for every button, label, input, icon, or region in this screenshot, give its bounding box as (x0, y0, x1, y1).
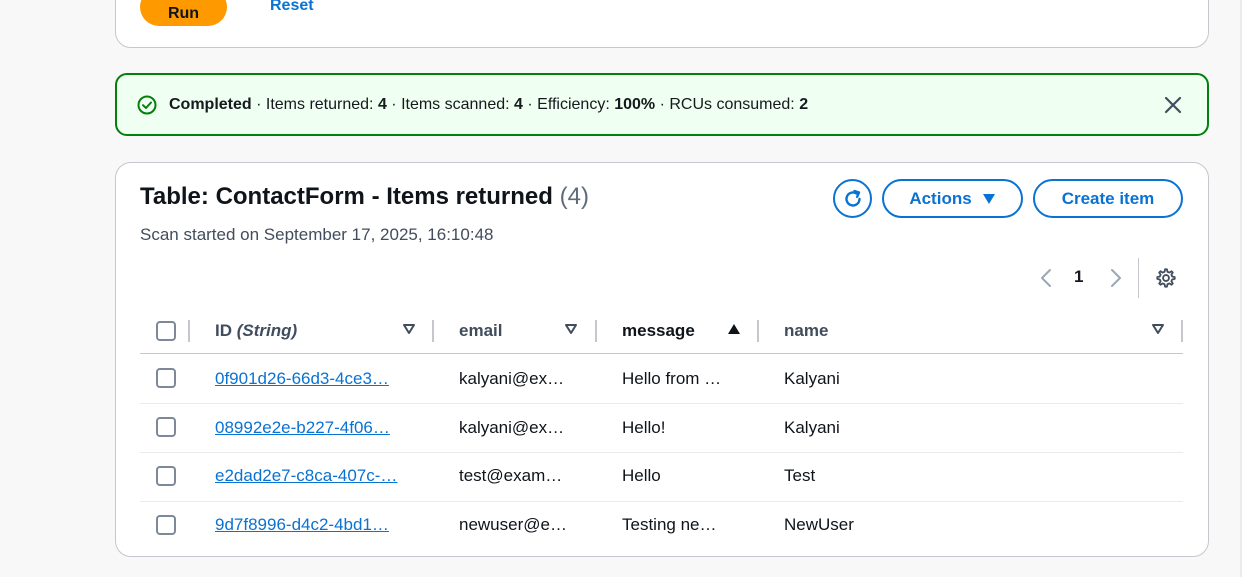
run-button[interactable]: Run (140, 0, 227, 26)
column-divider[interactable] (595, 320, 597, 342)
caret-down-icon (982, 193, 996, 205)
flash-efficiency: 100% (614, 95, 656, 113)
table-title: Table: ContactForm - Items returned (4) (140, 183, 589, 211)
flash-items-returned: 4 (377, 95, 387, 113)
scan-started-text: Scan started on September 17, 2025, 16:1… (140, 225, 494, 244)
row-checkbox[interactable] (156, 466, 176, 486)
item-id-link[interactable]: 0f901d26-66d3-4ce3… (215, 369, 389, 389)
pager-divider (1138, 258, 1139, 298)
refresh-icon (842, 188, 864, 210)
name-cell: Kalyani (784, 369, 840, 388)
id-type-label: (String) (236, 321, 298, 340)
success-flash: Completed · Items returned: 4 · Items sc… (115, 73, 1209, 136)
row-divider (140, 501, 1183, 502)
email-cell: newuser@e… (459, 515, 567, 534)
row-checkbox[interactable] (156, 515, 176, 535)
header-divider (140, 353, 1183, 354)
items-table-container (115, 162, 1209, 557)
email-cell: kalyani@ex… (459, 418, 565, 437)
row-checkbox[interactable] (156, 417, 176, 437)
column-header-message[interactable]: message (622, 319, 695, 343)
id-header-label: ID (215, 321, 232, 340)
message-cell: Hello! (622, 418, 666, 437)
row-divider (140, 403, 1183, 404)
email-cell: kalyani@ex… (459, 369, 565, 388)
flash-rcus: 2 (799, 95, 809, 113)
items-count: (4) (559, 183, 589, 210)
flash-message: Completed · Items returned: 4 · Items sc… (169, 96, 808, 114)
sort-caret-up-icon[interactable] (727, 322, 741, 336)
flash-items-returned-label: · Items returned: (251, 95, 378, 113)
message-cell: Hello (622, 466, 661, 485)
actions-label: Actions (909, 188, 972, 208)
select-all-checkbox[interactable] (156, 321, 176, 341)
reset-button[interactable]: Reset (270, 0, 314, 15)
actions-dropdown-button[interactable]: Actions (882, 179, 1023, 218)
sort-caret-down-icon[interactable] (402, 322, 416, 336)
page: Run Reset Completed · Items returned: 4 … (0, 0, 1242, 577)
message-cell: Hello from … (622, 369, 722, 388)
create-item-button[interactable]: Create item (1033, 179, 1183, 218)
column-divider[interactable] (1181, 320, 1183, 342)
previous-page-icon[interactable] (1037, 266, 1055, 290)
flash-status: Completed (169, 95, 252, 113)
sort-caret-down-icon[interactable] (564, 322, 578, 336)
email-cell: test@exam… (459, 466, 563, 485)
column-header-email[interactable]: email (459, 319, 502, 343)
message-cell: Testing ne… (622, 515, 717, 534)
sort-caret-down-icon[interactable] (1151, 322, 1165, 336)
table-title-text: Table: ContactForm - Items returned (140, 183, 553, 210)
name-cell: Kalyani (784, 418, 840, 437)
name-cell: Test (784, 466, 816, 485)
current-page[interactable]: 1 (1074, 267, 1083, 287)
row-divider (140, 452, 1183, 453)
item-id-link[interactable]: 08992e2e-b227-4f06… (215, 418, 390, 438)
row-checkbox[interactable] (156, 368, 176, 388)
item-id-link[interactable]: 9d7f8996-d4c2-4bd1… (215, 515, 389, 535)
refresh-button[interactable] (833, 179, 872, 218)
flash-items-scanned: 4 (514, 95, 523, 113)
next-page-icon[interactable] (1107, 266, 1125, 290)
name-cell: NewUser (784, 515, 854, 534)
gear-icon[interactable] (1154, 266, 1178, 290)
close-icon[interactable] (1161, 93, 1185, 117)
column-divider[interactable] (432, 320, 434, 342)
success-check-icon (137, 95, 157, 115)
flash-rcus-label: · RCUs consumed: (655, 95, 800, 113)
column-header-id[interactable]: ID (String) (215, 319, 297, 343)
column-divider (188, 320, 190, 342)
flash-items-scanned-label: · Items scanned: (386, 95, 515, 113)
item-id-link[interactable]: e2dad2e7-c8ca-407c-… (215, 466, 397, 486)
flash-efficiency-label: · Efficiency: (522, 95, 615, 113)
column-divider[interactable] (757, 320, 759, 342)
column-header-name[interactable]: name (784, 319, 828, 343)
